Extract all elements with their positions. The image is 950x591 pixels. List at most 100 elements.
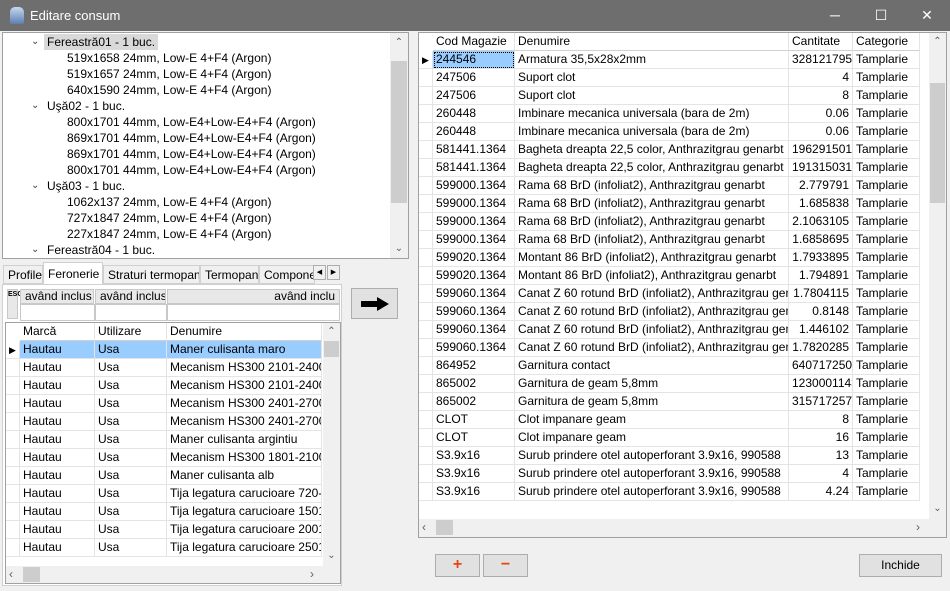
tree-view[interactable]: ⌄ Fereastră01 - 1 buc. 519x1658 24mm, Low-… <box>2 32 409 259</box>
table-row[interactable]: 247506 Suport clot 4 Tamplarie <box>419 69 920 87</box>
add-button[interactable]: + <box>435 554 480 577</box>
tab-compone[interactable]: Compone <box>259 265 315 284</box>
column-header[interactable]: Denumire <box>515 33 789 51</box>
scroll-up-icon[interactable]: ⌃ <box>390 37 408 48</box>
horizontal-scrollbar[interactable]: ‹ › <box>6 566 340 583</box>
scroll-thumb[interactable] <box>436 520 453 535</box>
tree-group[interactable]: Fereastră01 - 1 buc. <box>44 34 159 50</box>
column-header[interactable]: Categorie <box>853 33 920 51</box>
esc-button[interactable]: ESC <box>7 289 22 319</box>
scroll-thumb[interactable] <box>930 83 945 203</box>
tree-item[interactable]: 869x1701 44mm, Low-E4+Low-E4+F4 (Argon) <box>67 130 316 146</box>
vertical-scrollbar[interactable]: ⌃ ⌄ <box>929 33 946 519</box>
table-row[interactable]: HautauUsaMecanism HS300 2401-2700 Arg <box>6 395 322 413</box>
tree-group[interactable]: Uşă02 - 1 buc. <box>47 98 125 114</box>
tab-profile[interactable]: Profile <box>3 265 43 284</box>
chevron-down-icon[interactable]: ⌄ <box>31 36 39 47</box>
table-row[interactable]: HautauUsaTija legatura carucioare 2501-3… <box>6 539 322 557</box>
horizontal-scrollbar[interactable]: ‹ › <box>419 519 946 537</box>
table-row[interactable]: CLOT Clot impanare geam 16 Tamplarie <box>419 429 920 447</box>
table-row[interactable]: Hautau Usa Maner culisanta argintiu <box>6 431 322 449</box>
filter-input-marca[interactable] <box>20 304 95 321</box>
table-row[interactable]: HautauUsaTija legatura carucioare 720-15… <box>6 485 322 503</box>
maximize-button[interactable]: ☐ <box>858 0 904 31</box>
tab-straturi-termopan[interactable]: Straturi termopan <box>103 265 200 284</box>
tree-scrollbar[interactable]: ⌃ ⌄ <box>390 33 408 258</box>
table-row[interactable]: 599020.1364 Montant 86 BrD (infoliat2), A… <box>419 267 920 285</box>
table-row[interactable]: 247506 Suport clot 8 Tamplarie <box>419 87 920 105</box>
tree-item[interactable]: 227x1847 24mm, Low-E 4+F4 (Argon) <box>67 226 271 242</box>
filter-input-utilizare[interactable] <box>95 304 167 321</box>
table-row[interactable]: HautauUsaMecanism HS300 2101-2400 Bro <box>6 377 322 395</box>
table-row[interactable]: HautauUsaMecanism HS300 1801-2100 Bro <box>6 449 322 467</box>
table-row[interactable]: 581441.1364 Bagheta dreapta 22,5 color, A… <box>419 159 920 177</box>
table-row[interactable]: HautauUsaTija legatura carucioare 2001-2… <box>6 521 322 539</box>
table-row[interactable]: 865002 Garnitura de geam 5,8mm 1230001143 T… <box>419 375 920 393</box>
table-row[interactable]: ▶ Hautau Usa Maner culisanta maro <box>6 341 322 359</box>
scroll-up-icon[interactable]: ⌃ <box>929 36 946 47</box>
tree-item[interactable]: 727x1847 24mm, Low-E 4+F4 (Argon) <box>67 210 271 226</box>
scroll-down-icon[interactable]: ⌄ <box>323 550 340 561</box>
tree-group[interactable]: Uşă03 - 1 buc. <box>47 178 125 194</box>
column-header[interactable]: Cod Magazie <box>433 33 515 51</box>
close-window-button[interactable]: ✕ <box>904 0 950 31</box>
chevron-down-icon[interactable]: ⌄ <box>31 180 39 191</box>
table-row[interactable]: Hautau Usa Maner culisanta alb <box>6 467 322 485</box>
table-row[interactable]: 260448 Imbinare mecanica universala (bara… <box>419 105 920 123</box>
table-row[interactable]: S3.9x16 Surub prindere otel autoperforant… <box>419 447 920 465</box>
table-row[interactable]: ▶ 244546 Armatura 35,5x28x2mm 3281217957 Tam… <box>419 51 920 69</box>
chevron-down-icon[interactable]: ⌄ <box>31 100 39 111</box>
column-header[interactable]: Cantitate <box>789 33 853 51</box>
tree-item[interactable]: 869x1701 44mm, Low-E4+Low-E4+F4 (Argon) <box>67 146 316 162</box>
tab-scroll-right-icon[interactable]: ▶ <box>327 265 340 280</box>
vertical-scrollbar[interactable]: ⌃ ⌄ <box>323 323 340 566</box>
scroll-down-icon[interactable]: ⌄ <box>929 503 946 514</box>
remove-button[interactable]: − <box>483 554 528 577</box>
scroll-down-icon[interactable]: ⌄ <box>390 243 408 254</box>
tree-item[interactable]: 1062x137 24mm, Low-E 4+F4 (Argon) <box>67 194 271 210</box>
table-row[interactable]: 260448 Imbinare mecanica universala (bara… <box>419 123 920 141</box>
consum-grid[interactable]: Cod Magazie Denumire Cantitate Categorie ▶ 24… <box>418 32 947 538</box>
scroll-up-icon[interactable]: ⌃ <box>323 326 340 337</box>
table-row[interactable]: HautauUsaMecanism HS300 2401-2700 Bro <box>6 413 322 431</box>
table-row[interactable]: 599000.1364 Rama 68 BrD (infoliat2), Anth… <box>419 195 920 213</box>
column-header[interactable]: Marcă <box>20 323 95 341</box>
table-row[interactable]: CLOT Clot impanare geam 8 Tamplarie <box>419 411 920 429</box>
table-row[interactable]: 599000.1364 Rama 68 BrD (infoliat2), Anth… <box>419 177 920 195</box>
table-row[interactable]: S3.9x16 Surub prindere otel autoperforant… <box>419 465 920 483</box>
table-row[interactable]: 864952 Garnitura contact 6407172507 Tamplar… <box>419 357 920 375</box>
table-row[interactable]: HautauUsaTija legatura carucioare 1501-2… <box>6 503 322 521</box>
filter-input-denumire[interactable] <box>167 304 340 321</box>
tab-termopan[interactable]: Termopan <box>200 265 259 284</box>
minimize-button[interactable]: ─ <box>812 0 858 31</box>
tree-item[interactable]: 519x1658 24mm, Low-E 4+F4 (Argon) <box>67 50 271 66</box>
table-row[interactable]: 599060.1364 Canat Z 60 rotund BrD (infoli… <box>419 303 920 321</box>
tree-item[interactable]: 519x1657 24mm, Low-E 4+F4 (Argon) <box>67 66 271 82</box>
scroll-thumb[interactable] <box>23 567 40 582</box>
table-row[interactable]: 599000.1364 Rama 68 BrD (infoliat2), Anth… <box>419 213 920 231</box>
close-button[interactable]: Inchide <box>859 554 942 577</box>
scroll-right-icon[interactable]: › <box>310 567 314 581</box>
column-header[interactable]: Denumire <box>167 323 322 341</box>
chevron-down-icon[interactable]: ⌄ <box>31 244 39 255</box>
table-row[interactable]: 581441.1364 Bagheta dreapta 22,5 color, A… <box>419 141 920 159</box>
table-row[interactable]: 599000.1364 Rama 68 BrD (infoliat2), Anth… <box>419 231 920 249</box>
transfer-button[interactable] <box>351 288 398 319</box>
table-row[interactable]: 599060.1364 Canat Z 60 rotund BrD (infoli… <box>419 321 920 339</box>
table-row[interactable]: HautauUsaMecanism HS300 2101-2400 Arg <box>6 359 322 377</box>
scroll-left-icon[interactable]: ‹ <box>9 567 13 581</box>
scroll-thumb[interactable] <box>324 341 339 357</box>
table-row[interactable]: S3.9x16 Surub prindere otel autoperforant… <box>419 483 920 501</box>
scroll-thumb[interactable] <box>391 61 407 203</box>
table-row[interactable]: 599060.1364 Canat Z 60 rotund BrD (infoli… <box>419 285 920 303</box>
tab-feronerie[interactable]: Feronerie <box>43 262 103 285</box>
scroll-right-icon[interactable]: › <box>916 520 920 534</box>
table-row[interactable]: 865002 Garnitura de geam 5,8mm 3157172572 T… <box>419 393 920 411</box>
feronerie-grid[interactable]: Marcă Utilizare Denumire ▶ Hautau Usa Maner cu… <box>5 322 341 584</box>
tree-item[interactable]: 640x1590 24mm, Low-E 4+F4 (Argon) <box>67 82 271 98</box>
scroll-left-icon[interactable]: ‹ <box>422 520 426 534</box>
column-header[interactable]: Utilizare <box>95 323 167 341</box>
table-row[interactable]: 599020.1364 Montant 86 BrD (infoliat2), A… <box>419 249 920 267</box>
tree-item[interactable]: 800x1701 44mm, Low-E4+Low-E4+F4 (Argon) <box>67 162 316 178</box>
table-row[interactable]: 599060.1364 Canat Z 60 rotund BrD (infoli… <box>419 339 920 357</box>
